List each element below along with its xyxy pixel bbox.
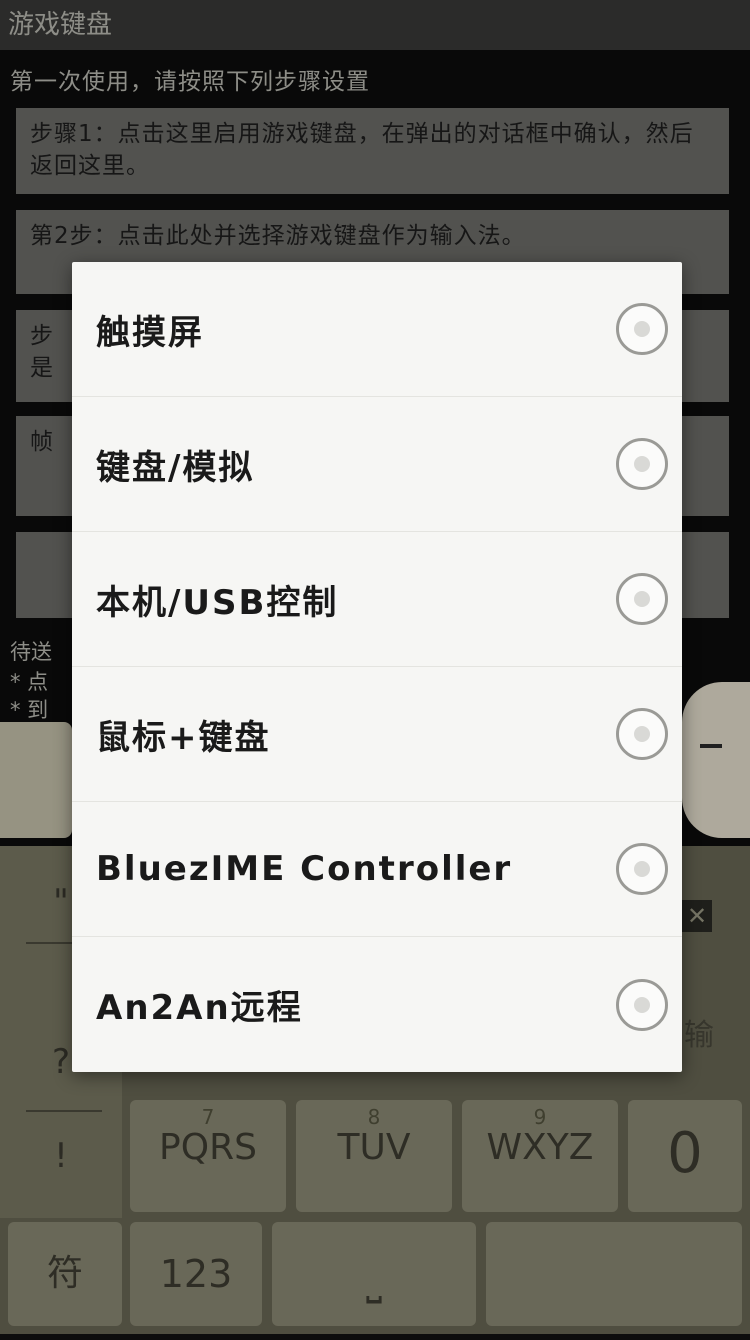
option-label: An2An远程 xyxy=(96,988,303,1028)
radio-dot-icon xyxy=(634,321,650,337)
radio-dot-icon xyxy=(634,861,650,877)
option-bluezime-controller[interactable]: BluezIME Controller xyxy=(72,802,682,937)
radio-dot-icon xyxy=(634,726,650,742)
option-label: 触摸屏 xyxy=(96,312,204,353)
input-method-dialog: 触摸屏 键盘/模拟 本机/USB控制 鼠标+键盘 BluezIME Contro… xyxy=(72,262,682,1072)
radio-dot-icon xyxy=(634,456,650,472)
radio-button[interactable] xyxy=(616,978,668,1031)
option-keyboard-emulation[interactable]: 键盘/模拟 xyxy=(72,397,682,532)
option-mouse-keyboard[interactable]: 鼠标+键盘 xyxy=(72,667,682,802)
radio-button[interactable] xyxy=(616,438,668,490)
radio-button[interactable] xyxy=(616,573,668,625)
option-touchscreen[interactable]: 触摸屏 xyxy=(72,262,682,397)
radio-button[interactable] xyxy=(616,843,668,895)
option-native-usb-control[interactable]: 本机/USB控制 xyxy=(72,532,682,667)
option-label: 本机/USB控制 xyxy=(96,582,339,623)
option-label: 键盘/模拟 xyxy=(96,447,255,488)
radio-button[interactable] xyxy=(616,708,668,760)
option-label: 鼠标+键盘 xyxy=(96,717,271,758)
radio-button[interactable] xyxy=(616,303,668,355)
radio-dot-icon xyxy=(634,996,650,1013)
option-an2an-remote[interactable]: An2An远程 xyxy=(72,937,682,1072)
radio-dot-icon xyxy=(634,591,650,607)
option-label: BluezIME Controller xyxy=(96,849,513,889)
